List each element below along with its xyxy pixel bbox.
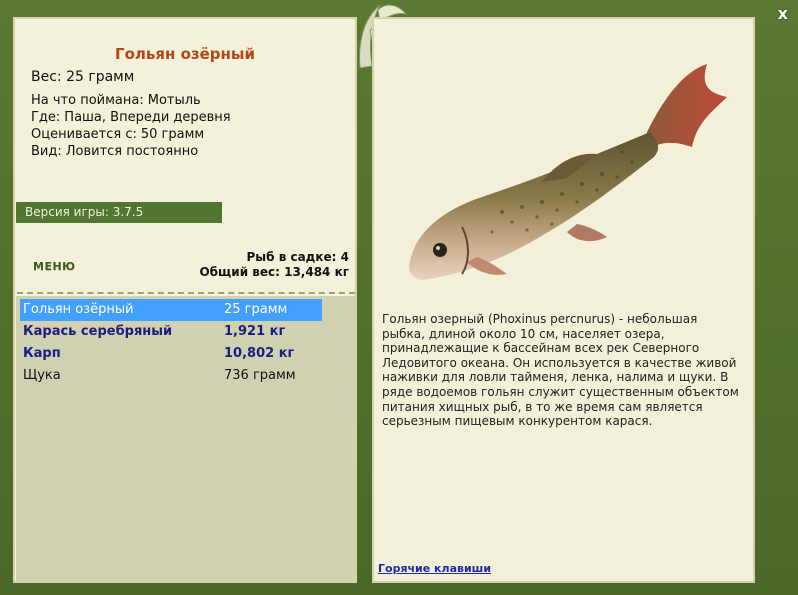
info-row-bait: На что поймана: Мотыль [31, 93, 201, 108]
info-row-place: Где: Паша, Впереди деревня [31, 110, 231, 125]
menu-button[interactable]: МЕНЮ [33, 260, 76, 273]
list-item[interactable]: Щука 736 грамм [20, 365, 322, 387]
fish-description: Гольян озерный (Phoxinus percnurus) - не… [382, 312, 739, 429]
hotkeys-link[interactable]: Горячие клавиши [378, 562, 491, 575]
info-row-rating: Оценивается с: 50 грамм [31, 127, 205, 142]
close-button[interactable]: x [778, 4, 788, 23]
list-item[interactable]: Карп 10,802 кг [20, 343, 322, 365]
fish-title: Гольян озёрный [115, 45, 255, 63]
total-weight: Общий вес: 13,484 кг [199, 265, 349, 279]
list-item[interactable]: Гольян озёрный 25 грамм [20, 299, 322, 321]
fish-card-panel: Гольян озёрный Вес: 25 грамм На что пойм… [13, 17, 357, 583]
fish-list: Гольян озёрный 25 грамм Карась серебряны… [16, 296, 355, 582]
fish-info: На что поймана: Мотыль Где: Паша, Впереди … [31, 92, 235, 160]
divider [17, 292, 355, 294]
fish-image [409, 64, 727, 280]
fish-weight: Вес: 25 грамм [31, 69, 135, 85]
fish-description-panel: Гольян озерный (Phoxinus percnurus) - не… [372, 17, 755, 583]
info-row-kind: Вид: Ловится постоянно [31, 144, 199, 159]
close-icon: x [777, 4, 788, 23]
game-version: Версия игры: 3.7.5 [16, 202, 222, 223]
cage-stats: Рыб в садке: 4 Общий вес: 13,484 кг [199, 250, 349, 280]
list-item[interactable]: Карась серебряный 1,921 кг [20, 321, 322, 343]
fish-count: Рыб в садке: 4 [246, 250, 350, 264]
